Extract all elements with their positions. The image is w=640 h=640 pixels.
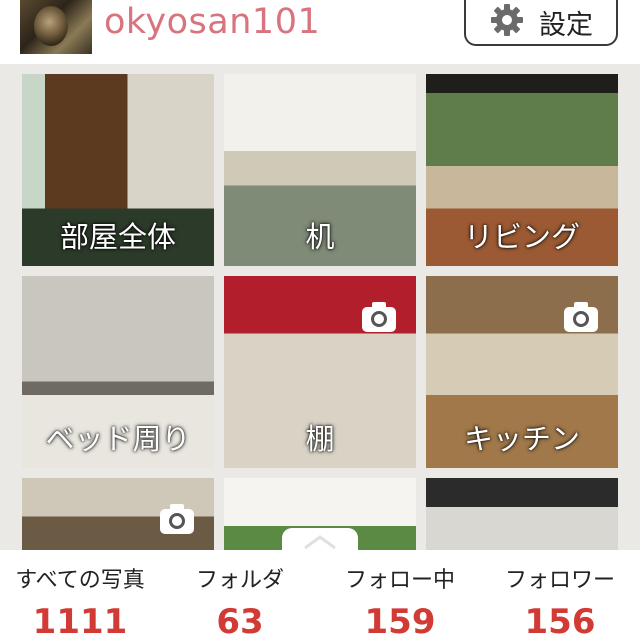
folder-tile-shelf[interactable]: 棚 [224, 276, 416, 468]
profile-header: okyosan101 設定 [0, 0, 640, 64]
stat-value: 156 [524, 602, 596, 640]
profile-stats: すべての写真 1111 フォルダ 63 フォロー中 159 フォロワー 156 [0, 550, 640, 640]
stat-all-photos[interactable]: すべての写真 1111 [0, 550, 160, 640]
gear-icon [489, 2, 525, 42]
stat-following[interactable]: フォロー中 159 [320, 550, 480, 640]
folder-tile-kitchen[interactable]: キッチン [426, 276, 618, 468]
folder-label: ベッド周り [45, 422, 191, 456]
username[interactable]: okyosan101 [104, 2, 320, 42]
folder-label: リビング [463, 220, 580, 254]
settings-button[interactable]: 設定 [464, 0, 618, 46]
folder-label: 机 [305, 220, 335, 254]
stat-label: フォルダ [195, 568, 284, 593]
stat-value: 1111 [32, 602, 128, 640]
settings-label: 設定 [539, 9, 593, 41]
stat-value: 63 [216, 602, 264, 640]
folder-tile-living[interactable]: リビング [426, 74, 618, 266]
stat-folders[interactable]: フォルダ 63 [160, 550, 320, 640]
folder-tile-bedside[interactable]: ベッド周り [22, 276, 214, 468]
avatar[interactable] [20, 0, 92, 54]
stat-value: 159 [364, 602, 436, 640]
stat-label: すべての写真 [15, 568, 145, 593]
camera-icon [362, 302, 396, 332]
stat-followers[interactable]: フォロワー 156 [480, 550, 640, 640]
folder-label: 部屋全体 [59, 220, 176, 254]
stat-label: フォロワー [504, 568, 615, 593]
folder-label: キッチン [463, 422, 580, 456]
camera-icon [564, 302, 598, 332]
camera-icon [160, 504, 194, 534]
chevron-up-icon [304, 535, 336, 550]
folder-grid: 部屋全体 机 リビング ベッド周り 棚 キッチン [0, 64, 640, 574]
stat-label: フォロー中 [344, 568, 455, 593]
folder-tile-desk[interactable]: 机 [224, 74, 416, 266]
folder-tile-room[interactable]: 部屋全体 [22, 74, 214, 266]
folder-label: 棚 [305, 422, 335, 456]
